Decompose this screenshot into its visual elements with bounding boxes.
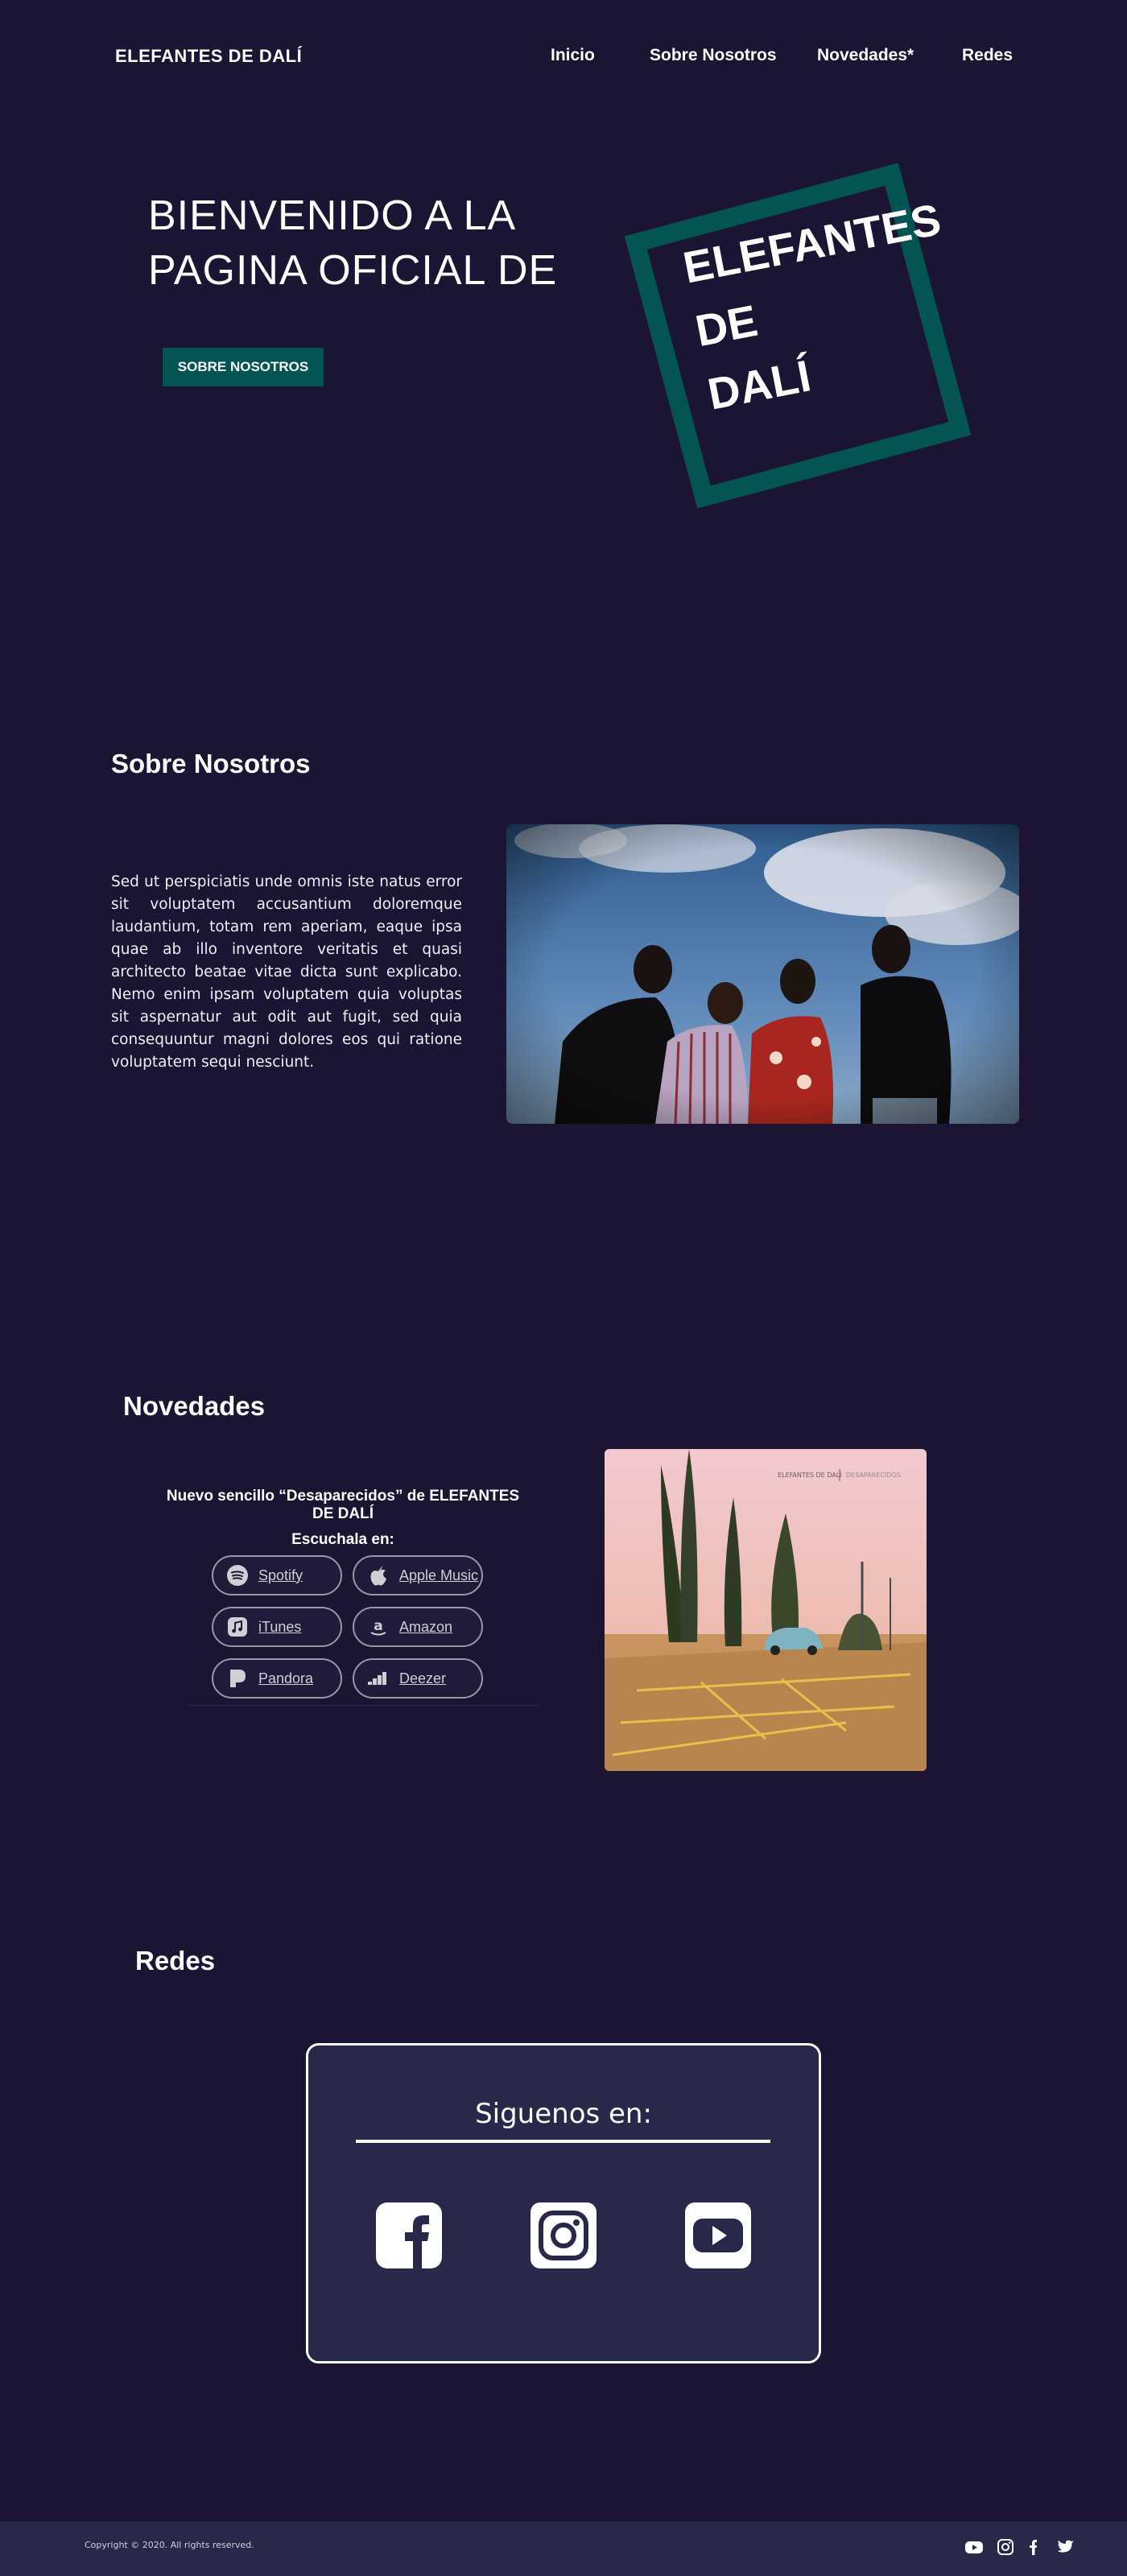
facebook-icon[interactable] xyxy=(1024,2537,1043,2557)
svg-text:a: a xyxy=(374,1618,382,1634)
pandora-icon xyxy=(230,1670,246,1687)
nav-inicio[interactable]: Inicio xyxy=(551,46,595,65)
twitter-icon[interactable] xyxy=(1056,2537,1075,2557)
spotify-icon xyxy=(227,1565,248,1586)
itunes-button[interactable]: iTunes xyxy=(212,1607,342,1647)
instagram-icon[interactable] xyxy=(530,2202,597,2268)
listen-label: Escuchala en: xyxy=(291,1531,394,1548)
pandora-label: Pandora xyxy=(258,1670,314,1686)
social-card-title: Siguenos en: xyxy=(475,2098,652,2130)
amazon-button[interactable]: a Amazon xyxy=(353,1607,483,1647)
spotify-label: Spotify xyxy=(258,1567,303,1583)
amazon-icon: a xyxy=(370,1618,386,1636)
deezer-button[interactable]: Deezer xyxy=(353,1658,483,1699)
album-cover: ELEFANTES DE DALÍ DESAPARECIDOS xyxy=(605,1449,927,1771)
about-heading: Sobre Nosotros xyxy=(111,749,311,778)
itunes-label: iTunes xyxy=(258,1618,302,1635)
social-heading: Redes xyxy=(135,1946,216,1975)
facebook-icon[interactable] xyxy=(376,2202,442,2268)
divider xyxy=(185,1705,539,1706)
single-title: Nuevo sencillo “Desaparecidos” de ELEFAN… xyxy=(166,1488,520,1522)
pandora-button[interactable]: Pandora xyxy=(212,1658,342,1699)
news-heading: Novedades xyxy=(123,1391,266,1421)
social-underline xyxy=(356,2140,770,2143)
nav-sobre-nosotros[interactable]: Sobre Nosotros xyxy=(650,46,777,65)
album-title: DESAPARECIDOS xyxy=(846,1472,901,1479)
nav-novedades[interactable]: Novedades* xyxy=(817,46,914,65)
apple-music-button[interactable]: Apple Music xyxy=(353,1555,483,1596)
site-brand[interactable]: ELEFANTES DE DALÍ xyxy=(115,46,302,67)
youtube-icon[interactable] xyxy=(685,2202,751,2268)
instagram-icon[interactable] xyxy=(996,2537,1015,2557)
amazon-label: Amazon xyxy=(399,1618,453,1635)
copyright: Copyright © 2020. All rights reserved. xyxy=(85,2540,254,2550)
deezer-label: Deezer xyxy=(399,1670,447,1686)
about-text: Sed ut perspiciatis unde omnis iste natu… xyxy=(111,873,462,1071)
band-photo xyxy=(506,824,1019,1124)
album-artist: ELEFANTES DE DALÍ xyxy=(778,1470,842,1479)
nav-redes[interactable]: Redes xyxy=(962,46,1013,65)
itunes-icon xyxy=(228,1617,247,1637)
deezer-icon xyxy=(368,1672,386,1685)
apple-icon xyxy=(370,1566,386,1586)
sobre-nosotros-button[interactable]: SOBRE NOSOTROS xyxy=(163,348,324,386)
hero-title: BIENVENIDO A LA PAGINA OFICIAL DE xyxy=(148,192,558,294)
apple-music-label: Apple Music xyxy=(399,1567,479,1583)
youtube-icon[interactable] xyxy=(964,2537,984,2557)
spotify-button[interactable]: Spotify xyxy=(212,1555,342,1596)
